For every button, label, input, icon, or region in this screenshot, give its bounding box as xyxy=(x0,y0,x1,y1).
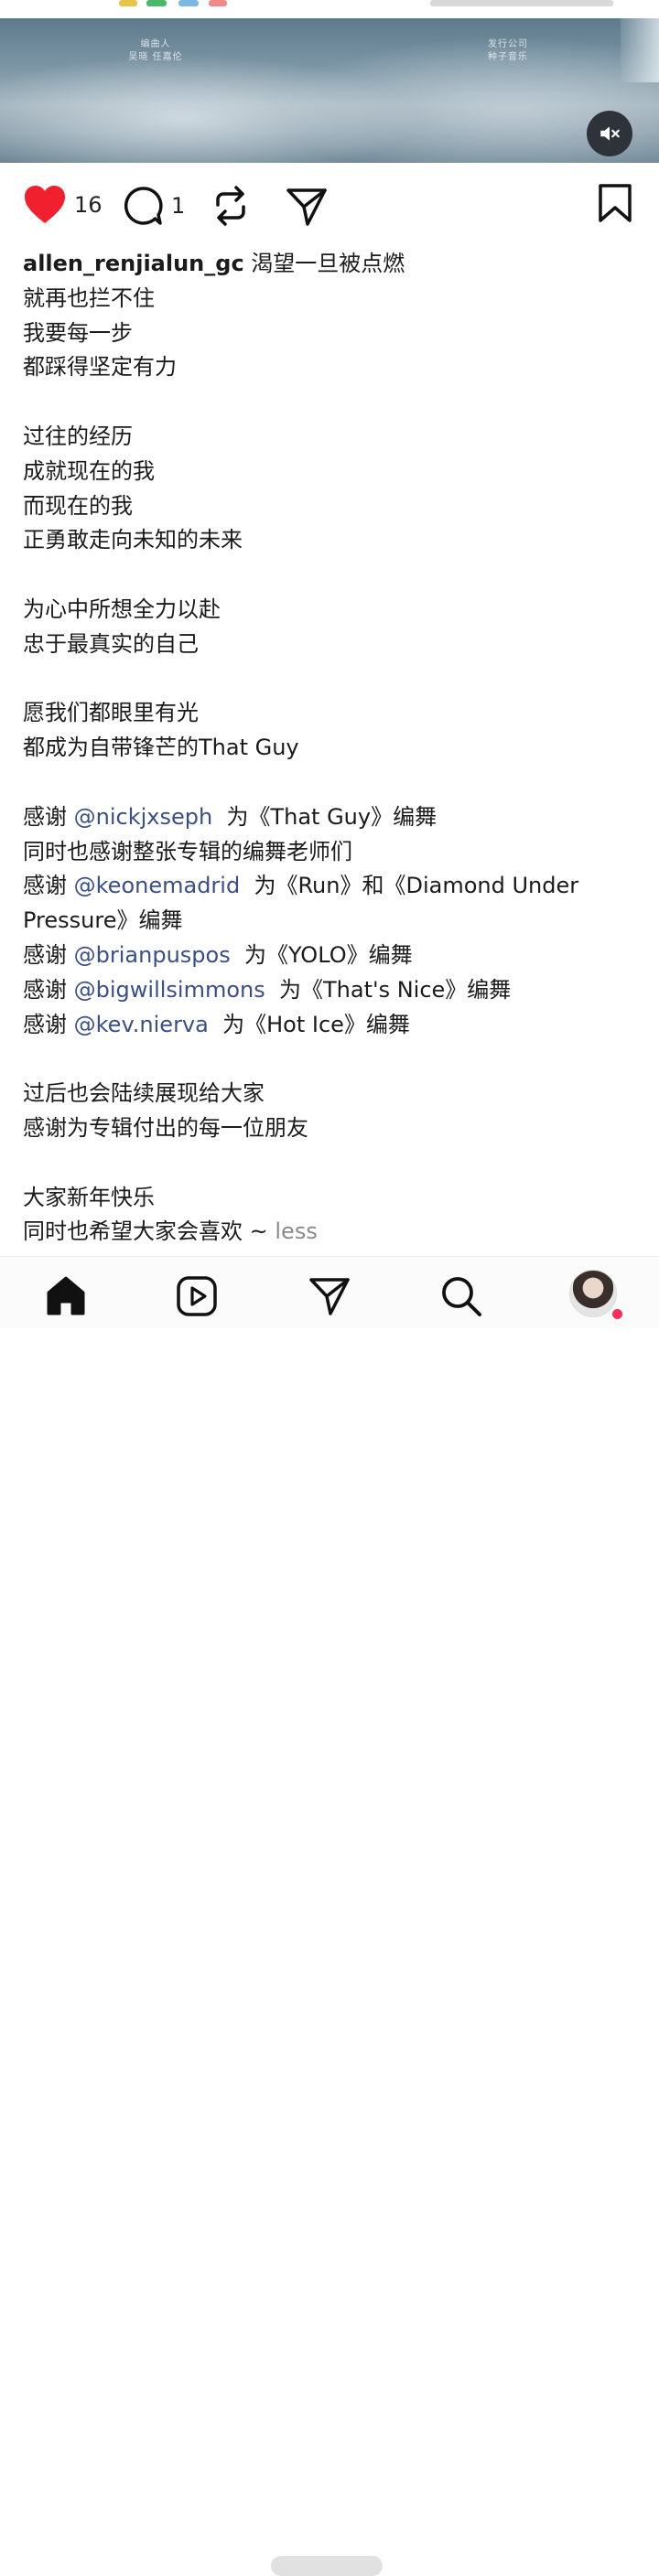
speaker-muted-icon xyxy=(600,126,620,141)
share-button[interactable] xyxy=(286,187,328,227)
like-count[interactable]: 16 xyxy=(74,192,103,218)
profile-avatar[interactable] xyxy=(569,1270,617,1317)
share-icon xyxy=(286,188,327,226)
repost-icon xyxy=(216,186,245,226)
like-group: 16 xyxy=(23,185,103,225)
thanks-line: 同时也感谢整张专辑的编舞老师们 xyxy=(23,838,352,864)
video-credit-left: 编曲人 吴晓 任嘉伦 xyxy=(128,39,183,62)
reels-icon xyxy=(177,1276,217,1316)
bookmark-icon xyxy=(599,184,632,222)
post-video[interactable]: 编曲人 吴晓 任嘉伦 发行公司 种子音乐 xyxy=(0,18,659,163)
caption-line: 大家新年快乐 xyxy=(23,1184,155,1210)
mute-button[interactable] xyxy=(587,111,632,156)
status-indicators xyxy=(430,0,613,6)
mention-link[interactable]: @brianpuspos xyxy=(74,942,231,968)
nav-direct[interactable] xyxy=(306,1272,353,1320)
caption-line: 感谢为专辑付出的每一位朋友 xyxy=(23,1114,308,1141)
caption-line: 我要每一步 xyxy=(23,319,133,346)
comment-icon[interactable] xyxy=(122,185,164,227)
notification-dot xyxy=(610,1307,624,1321)
mention-link[interactable]: @kev.nierva xyxy=(74,1012,209,1037)
direct-icon xyxy=(309,1278,350,1315)
mention-link[interactable]: @bigwillsimmons xyxy=(74,977,265,1003)
thanks-line: 感谢 @keonemadrid 为《Run》和《Diamond Under xyxy=(23,873,579,899)
nav-search[interactable] xyxy=(438,1272,485,1320)
nav-home[interactable] xyxy=(42,1272,90,1320)
post-caption: allen_renjialun_gc 渴望一旦被点燃 就再也拦不住 我要每一步 … xyxy=(23,247,636,1250)
status-bar xyxy=(0,0,659,18)
caption-line: 过往的经历 xyxy=(23,423,133,449)
caption-line: 都成为自带锋芒的That Guy xyxy=(23,735,299,761)
caption-last-line: 同时也希望大家会喜欢 ~ less xyxy=(23,1218,318,1245)
mention-link[interactable]: @nickjxseph xyxy=(74,804,213,830)
bottom-nav xyxy=(0,1256,659,2576)
caption-line: 为心中所想全力以赴 xyxy=(23,596,221,622)
caption-line: 成就现在的我 xyxy=(23,457,155,484)
thanks-line: 感谢 @kev.nierva 为《Hot Ice》编舞 xyxy=(23,1011,410,1037)
less-link[interactable]: less xyxy=(275,1218,317,1244)
status-icon xyxy=(209,0,227,6)
thanks-line: Pressure》编舞 xyxy=(23,907,183,934)
mention-link[interactable]: @keonemadrid xyxy=(74,873,241,898)
caption-line: 而现在的我 xyxy=(23,492,133,519)
comment-count[interactable]: 1 xyxy=(171,193,185,219)
search-icon xyxy=(442,1277,481,1316)
caption-username[interactable]: allen_renjialun_gc xyxy=(23,251,244,276)
repost-button[interactable] xyxy=(211,185,251,227)
thanks-line: 感谢 @nickjxseph 为《That Guy》编舞 xyxy=(23,803,438,830)
nav-reels[interactable] xyxy=(173,1272,221,1320)
caption-line: 过后也会陆续展现给大家 xyxy=(23,1080,265,1107)
caption-line: 正勇敢走向未知的未来 xyxy=(23,527,243,553)
video-credit-right: 发行公司 种子音乐 xyxy=(488,39,528,62)
thanks-line: 感谢 @bigwillsimmons 为《That's Nice》编舞 xyxy=(23,976,512,1003)
caption-line: 忠于最真实的自己 xyxy=(23,630,199,657)
caption-line: 就再也拦不住 xyxy=(23,284,155,311)
home-icon xyxy=(47,1276,85,1315)
caption-line: 愿我们都眼里有光 xyxy=(23,700,199,726)
caption-first-line: allen_renjialun_gc 渴望一旦被点燃 xyxy=(23,251,405,276)
status-icon xyxy=(119,0,137,6)
thanks-line: 感谢 @brianpuspos 为《YOLO》编舞 xyxy=(23,941,413,968)
post-actions: 16 1 xyxy=(0,174,659,238)
comment-group: 1 xyxy=(122,185,185,227)
status-icon xyxy=(146,0,167,6)
heart-icon[interactable] xyxy=(23,185,67,225)
save-button[interactable] xyxy=(597,183,633,223)
status-icon xyxy=(178,0,199,6)
watermark xyxy=(271,2556,383,2576)
caption-line: 都踩得坚定有力 xyxy=(23,354,177,381)
